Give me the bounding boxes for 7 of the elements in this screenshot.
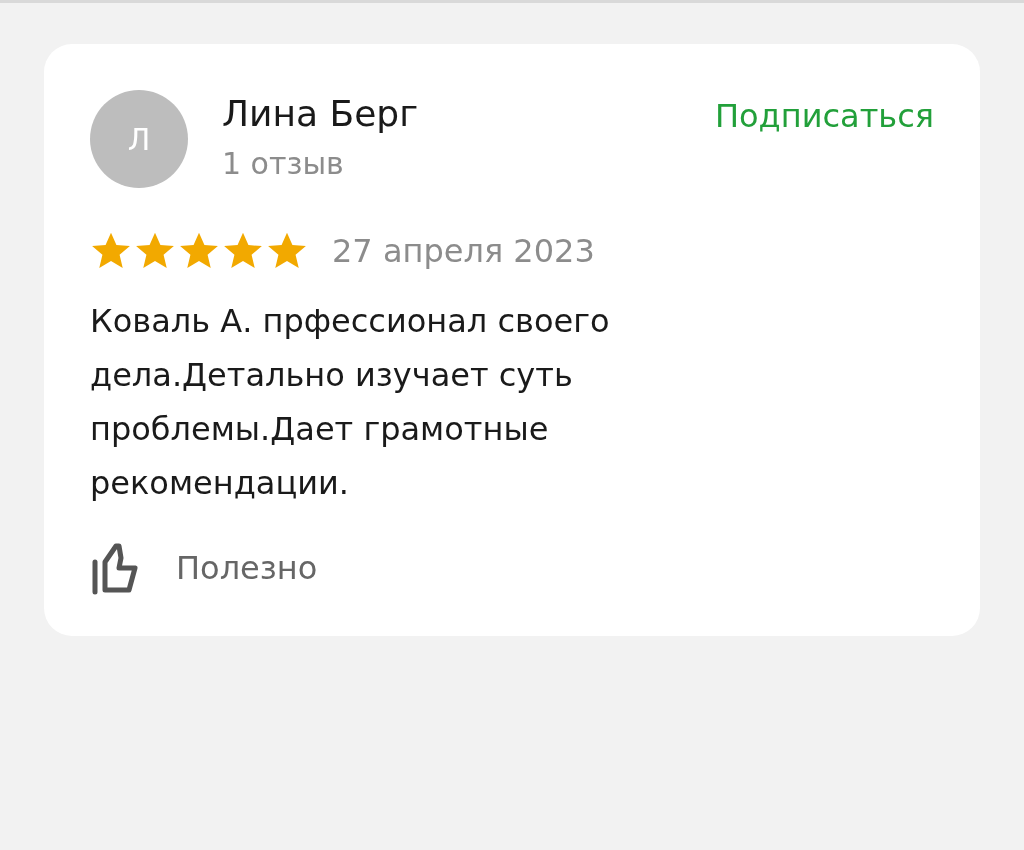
reviews-count: 1 отзыв [222,145,345,183]
helpful-label[interactable]: Полезно [176,549,318,587]
avatar: Л [90,90,188,188]
review-date: 27 апреля 2023 [332,232,595,270]
subscribe-link[interactable]: Подписаться [714,92,934,140]
author-name: Лина Берг [222,92,420,136]
review-text: Коваль А. прфессионал своего дела.Детально изучает суть проблемы.Дает грамотные рекомендации. [90,301,611,504]
